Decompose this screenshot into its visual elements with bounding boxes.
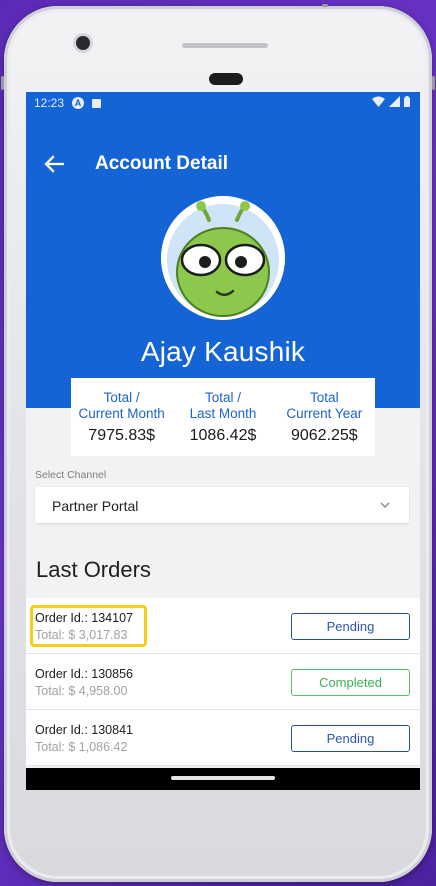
stat-label-line1: Total xyxy=(310,390,339,405)
stat-label-line2: Last Month xyxy=(189,406,257,421)
stat-current-month: Total / Current Month 7975.83$ xyxy=(71,378,172,456)
user-name: Ajay Kaushik xyxy=(140,336,306,367)
list-item[interactable]: Order Id.: 130856 Total: $ 4,958.00 Comp… xyxy=(26,654,420,710)
status-right-icons xyxy=(372,96,410,107)
stat-value: 1086.42$ xyxy=(189,427,257,444)
side-button-top xyxy=(322,4,328,7)
pending-button[interactable]: Pending xyxy=(291,725,410,752)
select-channel-label: Select Channel xyxy=(35,469,107,481)
order-id: Order Id.: 130856 xyxy=(35,667,133,681)
completed-button[interactable]: Completed xyxy=(291,669,410,696)
stat-label-line2: Current Year xyxy=(286,406,363,421)
order-id: Order Id.: 134107 xyxy=(35,611,133,625)
stat-current-year: Total Current Year 9062.25$ xyxy=(274,378,375,456)
order-total: Total: $ 4,958.00 xyxy=(35,684,128,698)
order-id: Order Id.: 130841 xyxy=(35,723,133,737)
stat-label: Total Current Year xyxy=(274,390,375,422)
avatar[interactable] xyxy=(161,196,285,320)
stat-label-line1: Total / xyxy=(103,390,140,405)
order-total: Total: $ 1,086.42 xyxy=(35,740,128,754)
green-alien-avatar xyxy=(161,196,285,320)
arrow-left-icon xyxy=(44,155,64,173)
stat-value: 7975.83$ xyxy=(88,427,156,444)
earpiece-speaker xyxy=(182,43,268,48)
page-title: Account Detail xyxy=(95,153,229,174)
pending-button[interactable]: Pending xyxy=(291,613,410,640)
list-item[interactable]: Order Id.: 134107 Total: $ 3,017.83 Pend… xyxy=(26,598,420,654)
wifi-icon xyxy=(372,96,385,107)
channel-select-value: Partner Portal xyxy=(52,498,139,514)
home-indicator[interactable] xyxy=(171,776,275,780)
chevron-down-icon xyxy=(380,502,390,509)
app-screen: 12:23 A Account Detail Ajay Kaushik Tota… xyxy=(26,92,420,790)
status-bar: 12:23 A xyxy=(26,92,420,114)
a-badge-icon: A xyxy=(72,97,85,109)
front-camera xyxy=(76,36,90,50)
stat-label: Total / Current Month xyxy=(71,390,172,422)
back-button[interactable] xyxy=(40,150,68,178)
side-button-left xyxy=(1,76,4,90)
sim-icon xyxy=(92,98,102,108)
channel-select[interactable]: Partner Portal xyxy=(35,487,409,523)
stat-label: Total / Last Month xyxy=(172,390,273,422)
proximity-sensor xyxy=(209,73,243,85)
stat-label-line1: Total / xyxy=(204,390,241,405)
stat-value: 9062.25$ xyxy=(290,427,358,444)
signal-icon xyxy=(389,96,400,107)
status-time: 12:23 xyxy=(34,96,65,110)
list-item[interactable]: Order Id.: 130841 Total: $ 1,086.42 Pend… xyxy=(26,710,420,766)
order-total: Total: $ 3,017.83 xyxy=(35,628,128,642)
battery-icon xyxy=(404,96,410,107)
stats-card: Total / Current Month 7975.83$ Total / L… xyxy=(71,378,375,456)
side-button-right xyxy=(432,76,435,90)
orders-list: Order Id.: 134107 Total: $ 3,017.83 Pend… xyxy=(26,598,420,766)
last-orders-title: Last Orders xyxy=(36,557,151,582)
app-header: Account Detail Ajay Kaushik xyxy=(26,114,420,408)
navigation-bar xyxy=(26,768,420,790)
stat-last-month: Total / Last Month 1086.42$ xyxy=(172,378,273,456)
stat-label-line2: Current Month xyxy=(78,406,165,421)
